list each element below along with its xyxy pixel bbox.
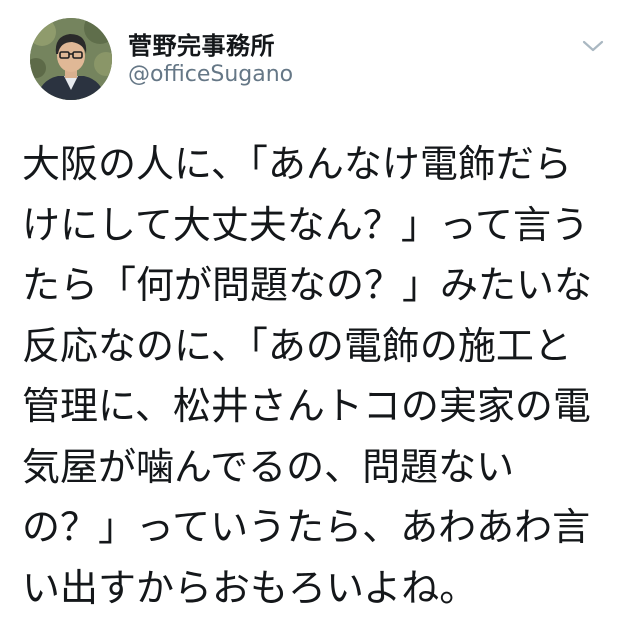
tweet: 菅野完事務所 @officeSugano 大阪の人に、「あんなけ電飾だら けにし… (0, 0, 620, 610)
tweet-text: 大阪の人に、「あんなけ電飾だら けにして大丈夫なん？」って言う たら「何が問題な… (22, 142, 593, 610)
avatar[interactable] (30, 18, 112, 100)
chevron-down-icon[interactable] (580, 36, 606, 56)
author-handle[interactable]: @officeSugano (128, 62, 293, 87)
author-display-name[interactable]: 菅野完事務所 (128, 26, 275, 61)
avatar-photo (30, 18, 112, 100)
